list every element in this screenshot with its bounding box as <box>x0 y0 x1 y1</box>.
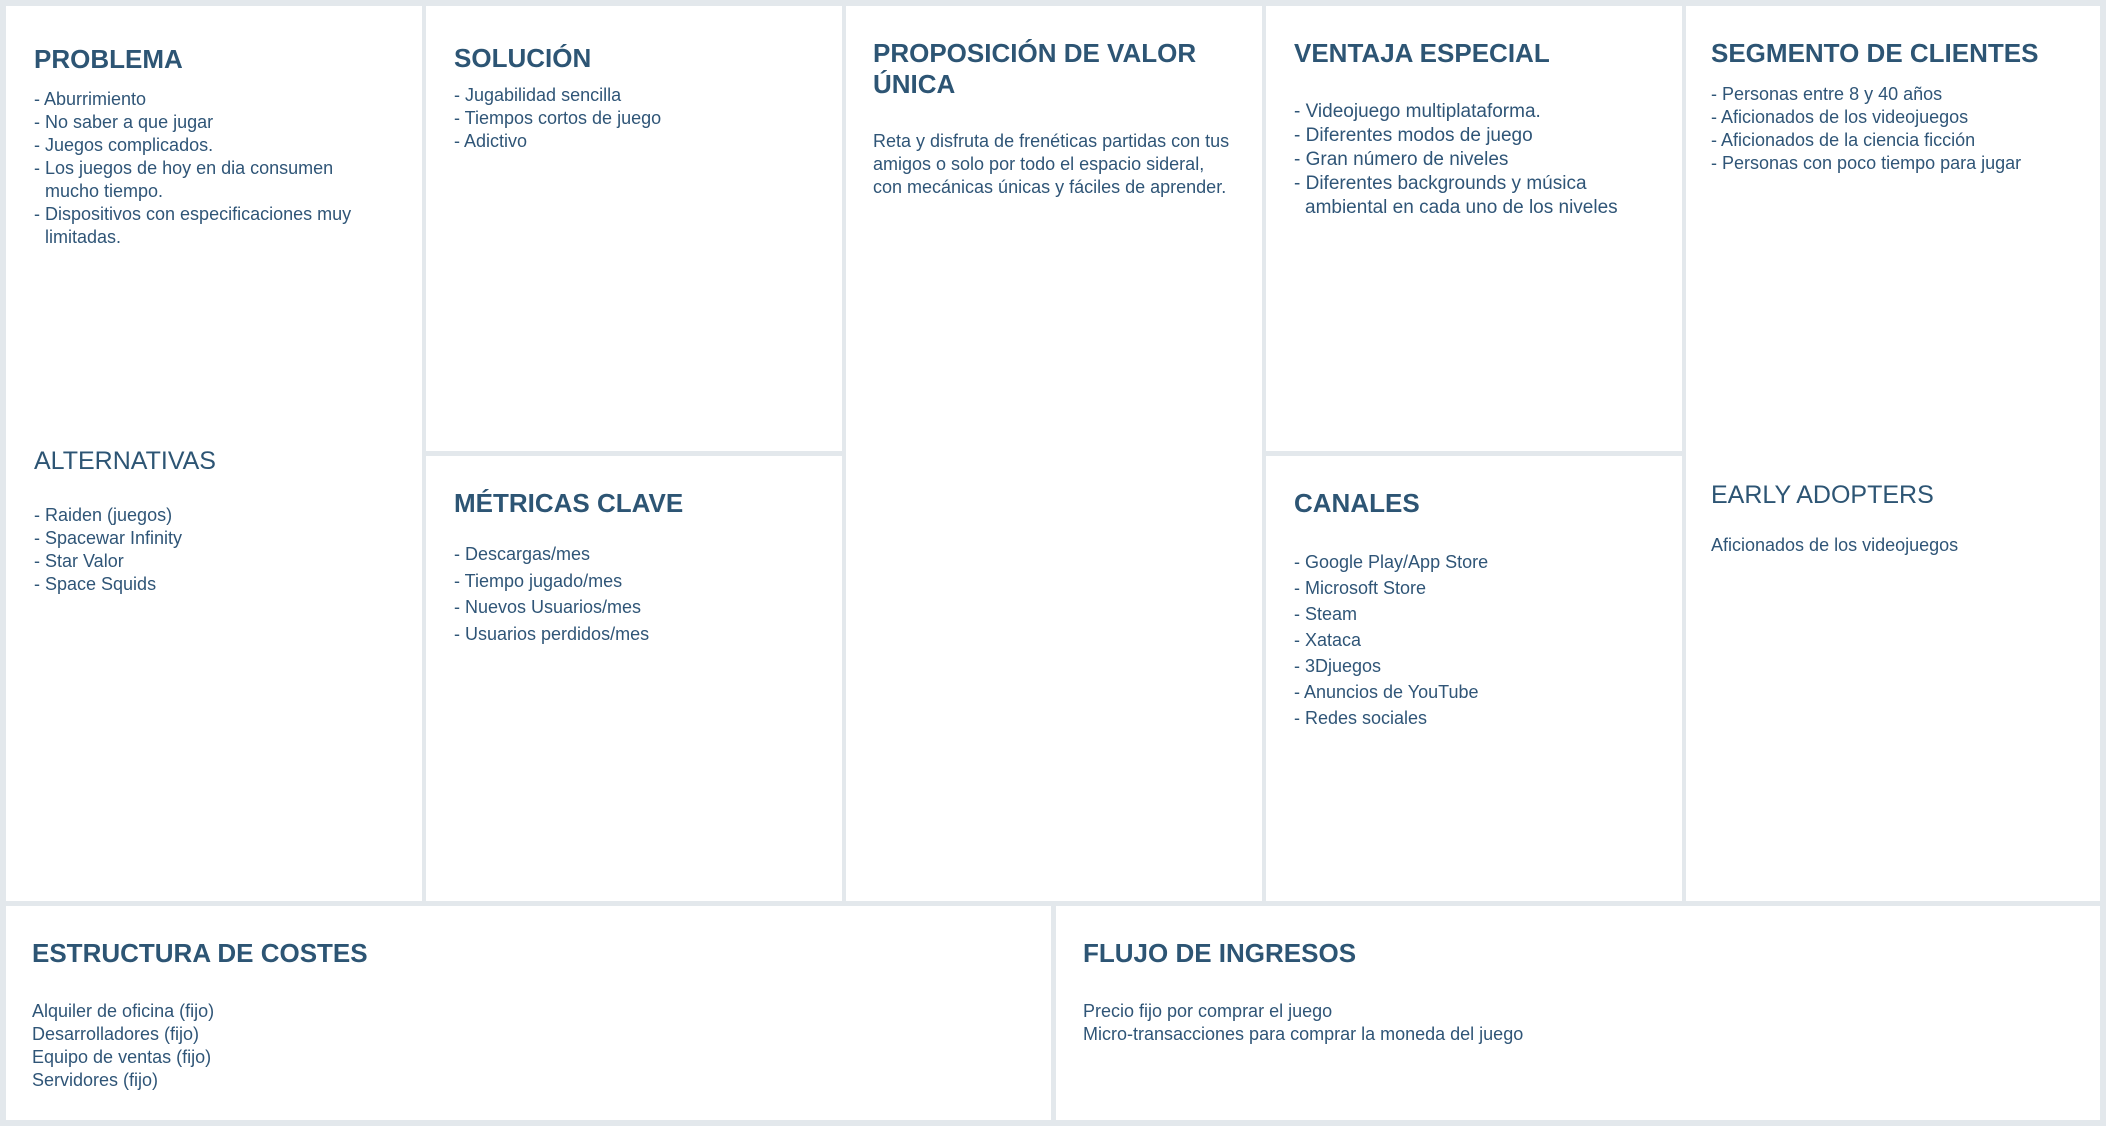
list-item: - Xataca <box>1294 630 1362 650</box>
list-item: Precio fijo por comprar el juego <box>1083 1001 1333 1021</box>
early-adopters-title: EARLY ADOPTERS <box>1711 481 1934 509</box>
list-item: - Microsoft Store <box>1294 578 1427 598</box>
list-item: - Juegos complicados. <box>34 135 214 155</box>
list-item: - Jugabilidad sencilla <box>454 85 622 105</box>
canales-list: - Google Play/App Store - Microsoft Stor… <box>1294 549 1654 731</box>
list-item: - Space Squids <box>34 574 157 594</box>
list-item: - Aburrimiento <box>34 89 147 109</box>
costes-card: ESTRUCTURA DE COSTES Alquiler de oficina… <box>6 906 1051 1120</box>
segmento-card: SEGMENTO DE CLIENTES - Personas entre 8 … <box>1686 6 2100 901</box>
segmento-title: SEGMENTO DE CLIENTES <box>1711 38 2039 68</box>
list-item: - Diferentes modos de juego <box>1294 125 1533 146</box>
list-item: - Tiempo jugado/mes <box>454 571 623 591</box>
segmento-list: - Personas entre 8 y 40 años - Aficionad… <box>1711 83 2091 175</box>
metricas-card: MÉTRICAS CLAVE - Descargas/mes - Tiempo … <box>426 456 842 901</box>
problema-list: - Aburrimiento - No saber a que jugar - … <box>34 88 386 249</box>
list-item: - Adictivo <box>454 131 528 151</box>
list-item: - Aficionados de la ciencia ficción <box>1711 130 1976 150</box>
list-item: - Dispositivos con especificaciones muy … <box>34 204 352 247</box>
list-item: - Tiempos cortos de juego <box>454 108 662 128</box>
list-item: - Personas entre 8 y 40 años <box>1711 84 1943 104</box>
propuesta-title: PROPOSICIÓN DE VALOR ÚNICA <box>873 38 1197 99</box>
list-item: - Videojuego multiplataforma. <box>1294 101 1541 122</box>
list-item: - Diferentes backgrounds y música ambien… <box>1294 173 1618 218</box>
list-item: - Anuncios de YouTube <box>1294 682 1479 702</box>
list-item: - Descargas/mes <box>454 544 591 564</box>
canales-card: CANALES - Google Play/App Store - Micros… <box>1266 456 1682 901</box>
list-item: Equipo de ventas (fijo) <box>32 1047 212 1067</box>
list-item: - Redes sociales <box>1294 708 1428 728</box>
list-item: - Los juegos de hoy en dia consumen much… <box>34 158 334 201</box>
canales-title: CANALES <box>1294 488 1420 518</box>
list-item: - Gran número de niveles <box>1294 149 1509 170</box>
problema-card: PROBLEMA - Aburrimiento - No saber a que… <box>6 6 422 901</box>
list-item: - Google Play/App Store <box>1294 552 1489 572</box>
list-item: - Steam <box>1294 604 1358 624</box>
alternativas-list: - Raiden (juegos) - Spacewar Infinity - … <box>34 504 386 596</box>
costes-title: ESTRUCTURA DE COSTES <box>32 938 368 968</box>
list-item: - Aficionados de los videojuegos <box>1711 107 1969 127</box>
ventaja-card: VENTAJA ESPECIAL - Videojuego multiplata… <box>1266 6 1682 451</box>
list-item: - Personas con poco tiempo para jugar <box>1711 153 2022 173</box>
list-item: Servidores (fijo) <box>32 1070 159 1090</box>
ingresos-card: FLUJO DE INGRESOS Precio fijo por compra… <box>1056 906 2100 1120</box>
ventaja-title: VENTAJA ESPECIAL <box>1294 38 1550 68</box>
list-item: - 3Djuegos <box>1294 656 1382 676</box>
solucion-list: - Jugabilidad sencilla - Tiempos cortos … <box>454 84 814 153</box>
list-item: - Star Valor <box>34 551 124 571</box>
list-item: - Usuarios perdidos/mes <box>454 624 650 644</box>
solucion-title: SOLUCIÓN <box>454 43 592 73</box>
problema-title: PROBLEMA <box>34 44 183 74</box>
propuesta-card: PROPOSICIÓN DE VALOR ÚNICA Reta y disfru… <box>846 6 1262 901</box>
list-item: Micro-transacciones para comprar la mone… <box>1083 1024 1524 1044</box>
list-item: - Raiden (juegos) <box>34 505 173 525</box>
list-item: Alquiler de oficina (fijo) <box>32 1001 215 1021</box>
metricas-list: - Descargas/mes - Tiempo jugado/mes - Nu… <box>454 541 814 647</box>
costes-list: Alquiler de oficina (fijo) Desarrollador… <box>32 1000 632 1092</box>
list-item: - Nuevos Usuarios/mes <box>454 597 642 617</box>
early-adopters-text: Aficionados de los videojuegos <box>1711 535 1959 555</box>
list-item: - No saber a que jugar <box>34 112 214 132</box>
list-item: Desarrolladores (fijo) <box>32 1024 200 1044</box>
propuesta-text: Reta y disfruta de frenéticas partidas c… <box>873 131 1230 197</box>
ingresos-title: FLUJO DE INGRESOS <box>1083 938 1357 968</box>
list-item: - Spacewar Infinity <box>34 528 183 548</box>
alternativas-title: ALTERNATIVAS <box>34 447 216 475</box>
ventaja-list: - Videojuego multiplataforma. - Diferent… <box>1294 100 1654 220</box>
solucion-card: SOLUCIÓN - Jugabilidad sencilla - Tiempo… <box>426 6 842 451</box>
metricas-title: MÉTRICAS CLAVE <box>454 488 684 518</box>
ingresos-list: Precio fijo por comprar el juego Micro-t… <box>1083 1000 1883 1046</box>
